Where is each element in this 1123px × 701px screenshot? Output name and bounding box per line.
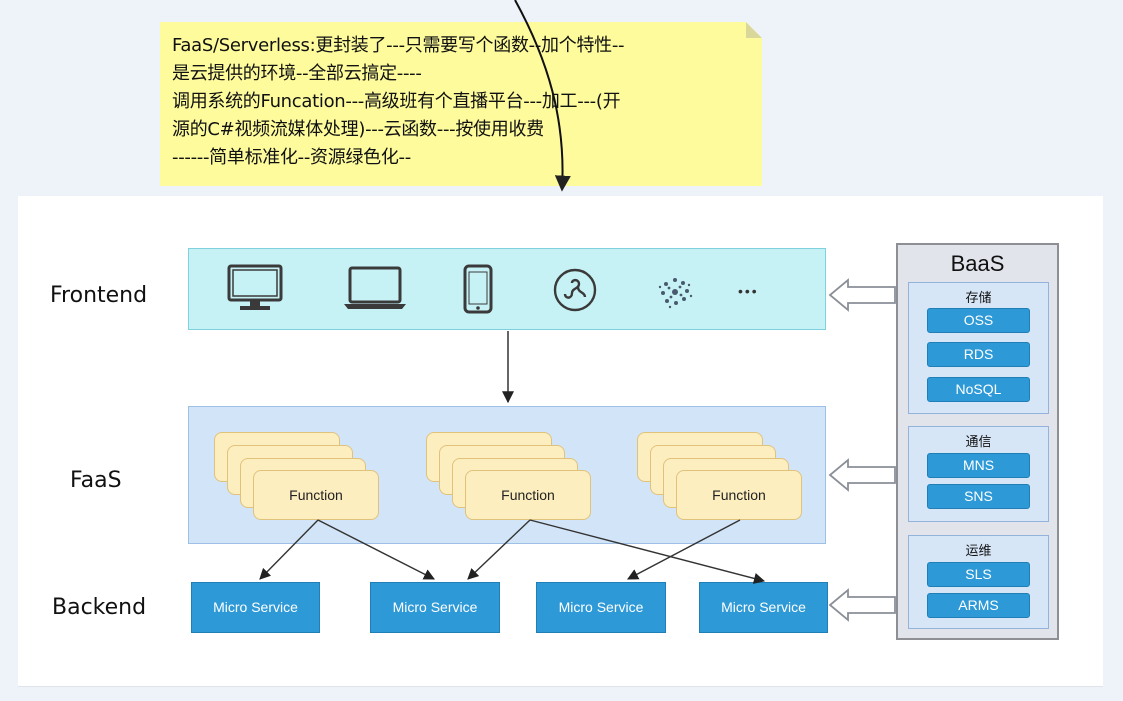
nosql-button[interactable]: NoSQL (927, 377, 1030, 402)
function-card[interactable]: Function (465, 470, 591, 520)
function-card[interactable]: Function (676, 470, 802, 520)
phone-icon (463, 264, 493, 314)
note-line-1: FaaS/Serverless:更封装了---只需要写个函数--加个特性-- (172, 35, 625, 56)
arms-button[interactable]: ARMS (927, 593, 1030, 618)
baas-group-storage: 存储 OSS RDS NoSQL (908, 282, 1049, 414)
baas-title: BaaS (950, 251, 1005, 276)
laptop-icon (344, 266, 406, 309)
function-label: Function (501, 487, 555, 503)
micro-service-box[interactable]: Micro Service (699, 582, 828, 633)
note-line-2: 是云提供的环境--全部云搞定---- (172, 63, 422, 84)
mini-program-icon (553, 268, 597, 312)
note-line-4: 源的C#视频流媒体处理)---云函数---按使用收费 (172, 119, 544, 140)
note-fold-corner (746, 22, 762, 38)
function-label: Function (712, 487, 766, 503)
micro-service-box[interactable]: Micro Service (536, 582, 666, 633)
baas-group-messaging: 通信 MNS SNS (908, 426, 1049, 522)
function-label: Function (289, 487, 343, 503)
rds-button[interactable]: RDS (927, 342, 1030, 367)
group-label: 存储 (965, 291, 992, 306)
baas-group-ops: 运维 SLS ARMS (908, 535, 1049, 629)
row-label-frontend: Frontend (50, 283, 148, 308)
group-label: 运维 (965, 544, 992, 559)
sparkle-logo-icon (658, 278, 693, 309)
monitor-icon (227, 264, 283, 310)
micro-service-box[interactable]: Micro Service (191, 582, 320, 633)
sls-button[interactable]: SLS (927, 562, 1030, 587)
sticky-note: FaaS/Serverless:更封装了---只需要写个函数--加个特性-- 是… (160, 22, 762, 186)
mns-button[interactable]: MNS (927, 453, 1030, 478)
oss-button[interactable]: OSS (927, 308, 1030, 333)
row-label-faas: FaaS (70, 468, 122, 493)
sns-button[interactable]: SNS (927, 484, 1030, 509)
note-line-5: ------简单标准化--资源绿色化-- (172, 147, 411, 168)
more-dots-icon: ••• (738, 283, 759, 299)
group-label: 通信 (965, 435, 992, 450)
row-label-backend: Backend (52, 595, 147, 620)
function-card[interactable]: Function (253, 470, 379, 520)
micro-service-box[interactable]: Micro Service (370, 582, 500, 633)
baas-panel: BaaS 存储 OSS RDS NoSQL 通信 MNS SNS 运维 SLS … (896, 243, 1059, 640)
note-line-3: 调用系统的Funcation---高级班有个直播平台---加工---(开 (172, 91, 621, 112)
